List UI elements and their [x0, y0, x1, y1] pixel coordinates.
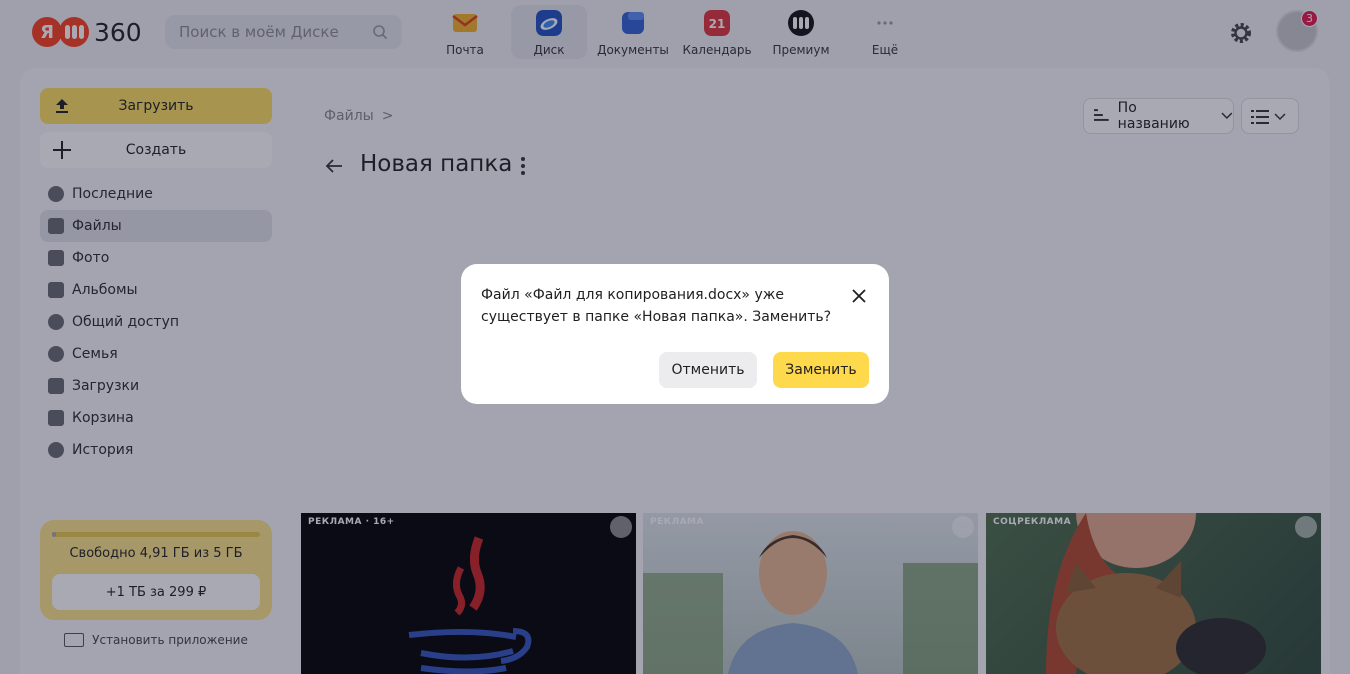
close-icon[interactable]: [849, 286, 869, 306]
dialog-message: Файл «Файл для копирования.docx» уже сущ…: [481, 287, 832, 325]
replace-file-dialog: Файл «Файл для копирования.docx» уже сущ…: [461, 264, 889, 404]
cancel-button[interactable]: Отменить: [659, 352, 757, 388]
replace-button[interactable]: Заменить: [773, 352, 869, 388]
